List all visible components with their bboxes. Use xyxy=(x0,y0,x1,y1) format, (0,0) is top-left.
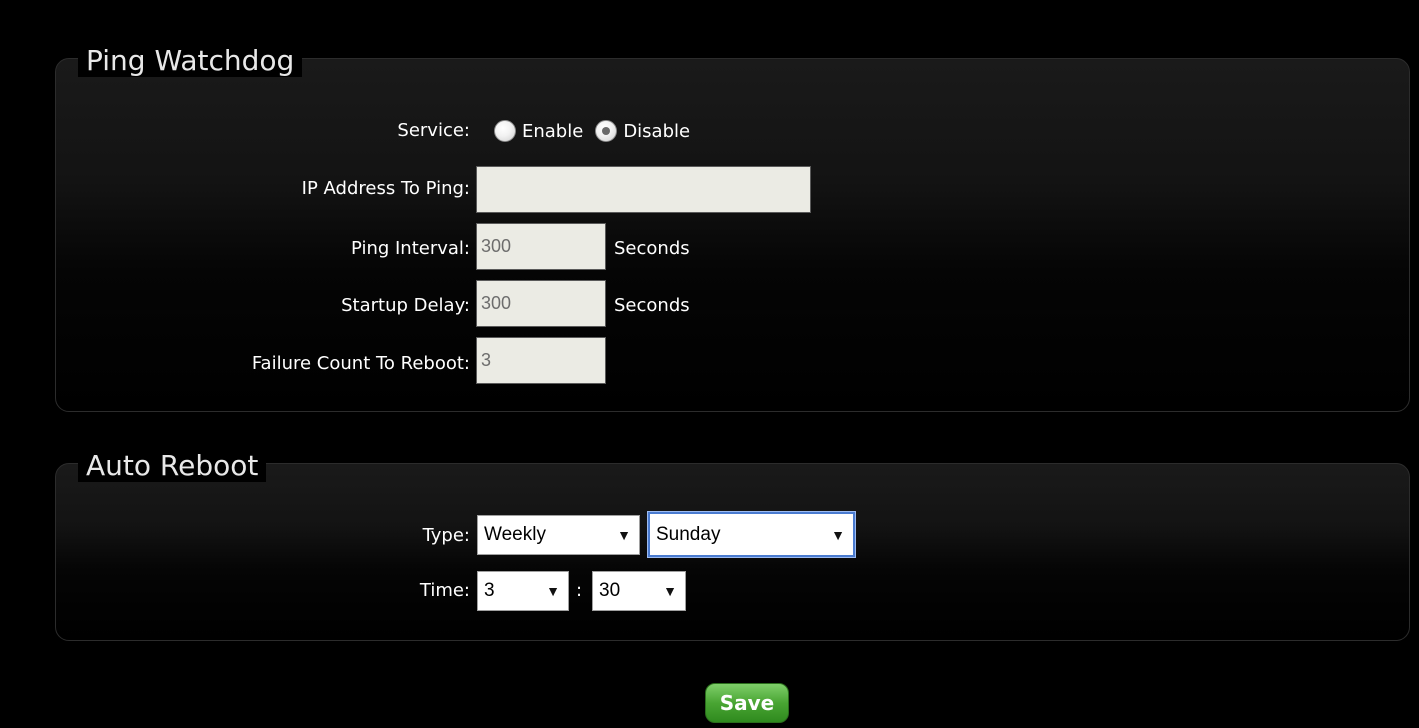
reboot-hour-select[interactable]: 3 ▼ xyxy=(477,571,569,611)
chevron-down-icon: ▼ xyxy=(617,527,631,543)
ip-address-input[interactable] xyxy=(476,166,811,213)
startup-delay-unit: Seconds xyxy=(614,295,690,316)
time-label: Time: xyxy=(419,580,470,601)
ping-watchdog-title: Ping Watchdog xyxy=(78,45,303,77)
ping-interval-input[interactable]: 300 xyxy=(476,223,606,270)
ping-interval-unit: Seconds xyxy=(614,238,690,259)
service-disable-radio[interactable] xyxy=(595,120,618,142)
failure-count-label: Failure Count To Reboot: xyxy=(251,353,470,374)
ping-interval-label: Ping Interval: xyxy=(350,238,470,259)
save-button[interactable]: Save xyxy=(705,683,789,723)
chevron-down-icon: ▼ xyxy=(663,583,677,599)
service-disable-label[interactable]: Disable xyxy=(623,121,690,142)
startup-delay-label: Startup Delay: xyxy=(341,295,470,316)
reboot-day-value: Sunday xyxy=(656,523,721,545)
service-enable-label[interactable]: Enable xyxy=(522,121,583,142)
chevron-down-icon: ▼ xyxy=(546,583,560,599)
reboot-type-value: Weekly xyxy=(484,524,546,545)
failure-count-input[interactable]: 3 xyxy=(476,337,606,384)
service-label: Service: xyxy=(397,120,470,141)
reboot-minute-select[interactable]: 30 ▼ xyxy=(592,571,686,611)
ip-address-label: IP Address To Ping: xyxy=(301,178,470,199)
reboot-type-select[interactable]: Weekly ▼ xyxy=(477,515,640,555)
service-enable-radio[interactable] xyxy=(494,120,516,142)
reboot-hour-value: 3 xyxy=(484,580,495,601)
service-radio-group: Enable Disable xyxy=(494,118,702,144)
reboot-day-select[interactable]: Sunday ▼ xyxy=(648,512,855,557)
page: Ping Watchdog Service: Enable Disable IP… xyxy=(0,0,1419,728)
reboot-minute-value: 30 xyxy=(599,580,621,601)
chevron-down-icon: ▼ xyxy=(831,526,845,543)
startup-delay-input[interactable]: 300 xyxy=(476,280,606,327)
type-label: Type: xyxy=(422,525,470,546)
time-separator: : xyxy=(576,580,583,601)
auto-reboot-title: Auto Reboot xyxy=(78,450,267,482)
